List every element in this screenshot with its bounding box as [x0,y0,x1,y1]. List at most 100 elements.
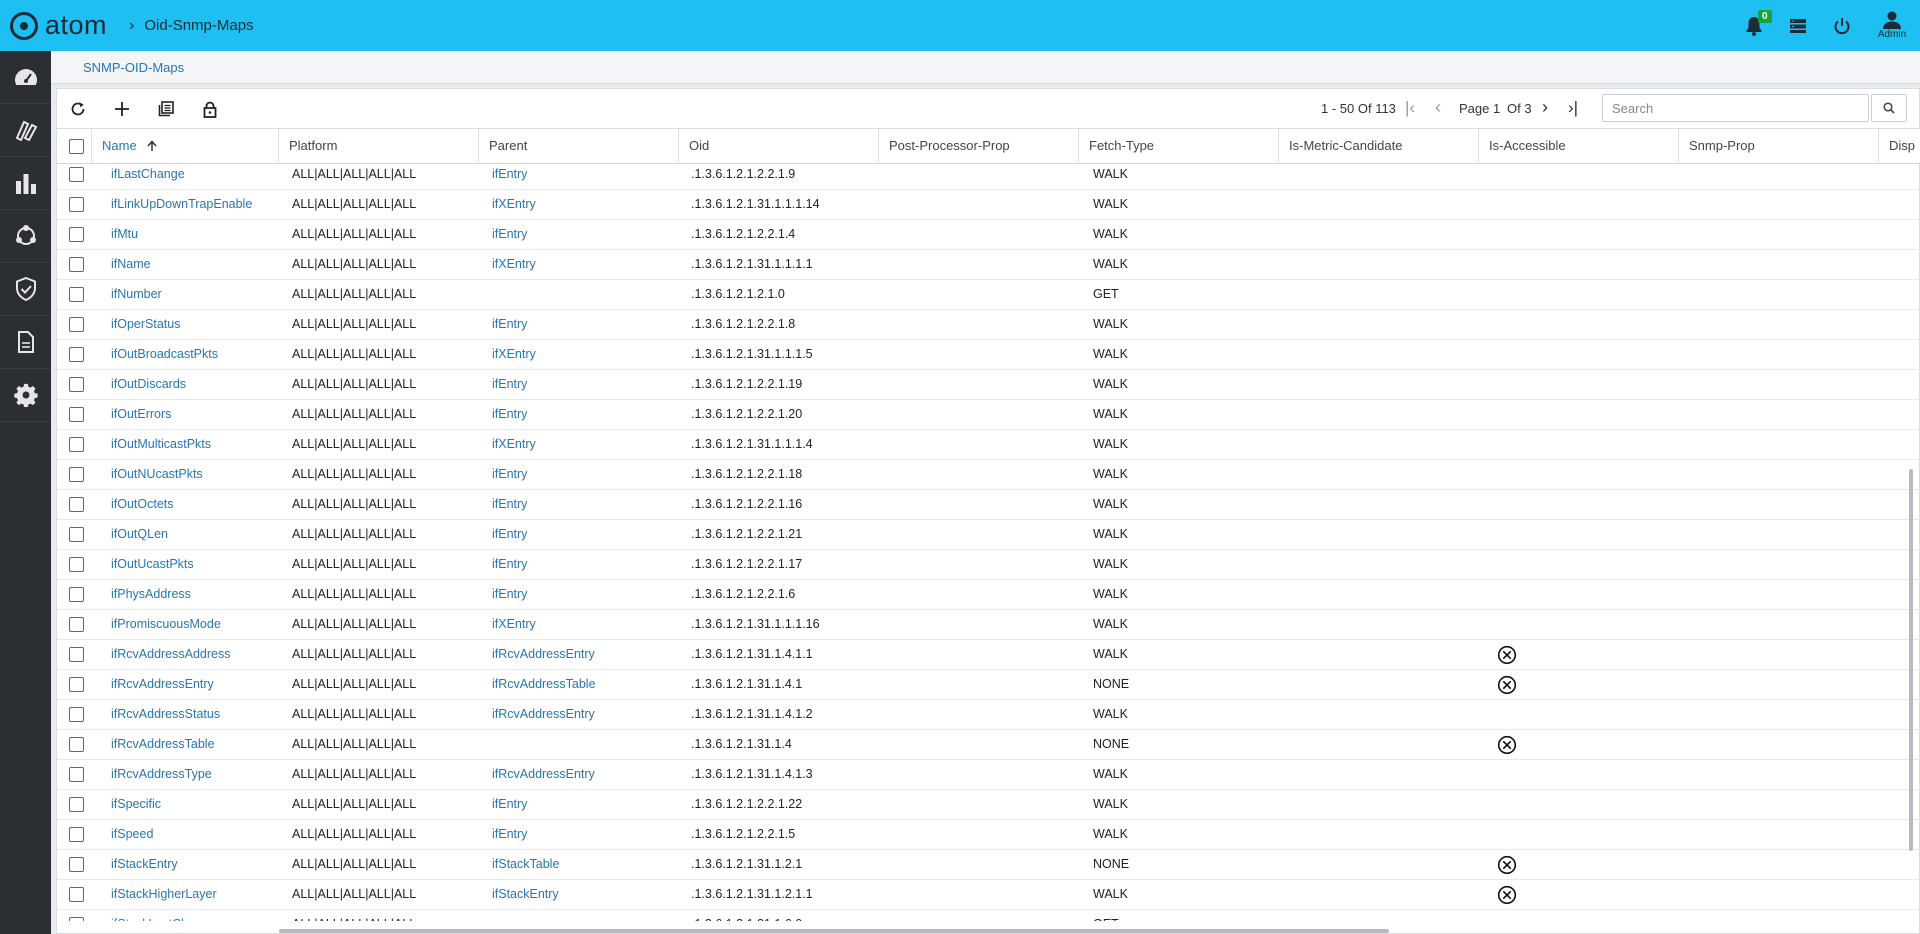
cell-parent[interactable]: ifEntry [492,790,527,819]
cell-parent[interactable]: ifStackEntry [492,880,559,909]
table-row[interactable]: ifName ALL|ALL|ALL|ALL|ALL ifXEntry .1.3.6.… [57,250,1920,280]
cell-name[interactable]: ifRcvAddressStatus [111,700,220,729]
horizontal-scrollbar[interactable] [279,929,1389,933]
table-row[interactable]: ifRcvAddressAddress ALL|ALL|ALL|ALL|ALL if… [57,640,1920,670]
cell-name[interactable]: ifOutNUcastPkts [111,460,203,489]
last-page-button[interactable]: ›| [1568,98,1578,118]
table-row[interactable]: ifOutErrors ALL|ALL|ALL|ALL|ALL ifEntry .1.… [57,400,1920,430]
cell-name[interactable]: ifOutDiscards [111,370,186,399]
cell-parent[interactable]: ifEntry [492,820,527,849]
cell-name[interactable]: ifOutMulticastPkts [111,430,211,459]
refresh-button[interactable] [65,96,91,122]
column-header-display[interactable]: Disp [1879,129,1920,163]
first-page-button[interactable]: |‹ [1405,98,1415,118]
search-input[interactable] [1602,94,1869,122]
cell-parent[interactable]: ifEntry [492,490,527,519]
next-page-button[interactable]: › [1542,97,1548,118]
vertical-scrollbar[interactable] [1909,469,1913,851]
atom-logo[interactable]: atom [10,10,107,41]
row-checkbox[interactable] [69,407,84,422]
row-checkbox[interactable] [69,317,84,332]
table-row[interactable]: ifStackEntry ALL|ALL|ALL|ALL|ALL ifStackTa… [57,850,1920,880]
cell-parent[interactable]: ifStackTable [492,850,559,879]
cell-parent[interactable]: ifRcvAddressEntry [492,760,595,789]
cell-name[interactable]: ifLinkUpDownTrapEnable [111,190,252,219]
row-checkbox[interactable] [69,437,84,452]
cell-parent[interactable]: ifEntry [492,370,527,399]
cell-parent[interactable]: ifRcvAddressEntry [492,640,595,669]
row-checkbox[interactable] [69,767,84,782]
nav-compliance[interactable] [0,263,51,316]
nav-dashboard[interactable] [0,51,51,104]
lock-button[interactable] [197,96,223,122]
table-row[interactable]: ifSpecific ALL|ALL|ALL|ALL|ALL ifEntry .1.3… [57,790,1920,820]
table-row[interactable]: ifOutBroadcastPkts ALL|ALL|ALL|ALL|ALL ifX… [57,340,1920,370]
cell-parent[interactable]: ifRcvAddressEntry [492,700,595,729]
cell-name[interactable]: ifOutQLen [111,520,168,549]
table-row[interactable]: ifRcvAddressStatus ALL|ALL|ALL|ALL|ALL ifR… [57,700,1920,730]
cell-name[interactable]: ifNumber [111,280,162,309]
cell-name[interactable]: ifOperStatus [111,310,180,339]
table-row[interactable]: ifPromiscuousMode ALL|ALL|ALL|ALL|ALL ifXE… [57,610,1920,640]
table-row[interactable]: ifOperStatus ALL|ALL|ALL|ALL|ALL ifEntry .1… [57,310,1920,340]
table-row[interactable]: ifPhysAddress ALL|ALL|ALL|ALL|ALL ifEntry.… [57,580,1920,610]
nav-analytics[interactable] [0,157,51,210]
column-header-oid[interactable]: Oid [679,129,879,163]
cell-name[interactable]: ifStackHigherLayer [111,880,217,909]
bulk-action-button[interactable] [153,96,179,122]
cell-name[interactable]: ifSpecific [111,790,161,819]
column-header-is-metric-candidate[interactable]: Is-Metric-Candidate [1279,129,1479,163]
row-checkbox[interactable] [69,887,84,902]
cell-parent[interactable]: ifEntry [492,550,527,579]
column-header-name[interactable]: Name [92,129,279,163]
cell-name[interactable]: ifOutErrors [111,400,171,429]
cell-name[interactable]: ifRcvAddressTable [111,730,215,759]
cell-name[interactable]: ifOutBroadcastPkts [111,340,218,369]
cell-name[interactable]: ifRcvAddressEntry [111,670,214,699]
table-row[interactable]: ifNumber ALL|ALL|ALL|ALL|ALL .1.3.6.1.2.1.… [57,280,1920,310]
row-checkbox[interactable] [69,467,84,482]
row-checkbox[interactable] [69,287,84,302]
table-row[interactable]: ifRcvAddressTable ALL|ALL|ALL|ALL|ALL .1.3… [57,730,1920,760]
row-checkbox[interactable] [69,377,84,392]
table-row[interactable]: ifLinkUpDownTrapEnable ALL|ALL|ALL|ALL|AL… [57,190,1920,220]
row-checkbox[interactable] [69,497,84,512]
table-row[interactable]: ifStackLastChange ALL|ALL|ALL|ALL|ALL .1.3… [57,910,1920,921]
cell-parent[interactable]: ifEntry [492,400,527,429]
prev-page-button[interactable]: ‹ [1435,97,1441,118]
row-checkbox[interactable] [69,917,84,921]
add-button[interactable] [109,96,135,122]
row-checkbox[interactable] [69,857,84,872]
table-row[interactable]: ifOutQLen ALL|ALL|ALL|ALL|ALL ifEntry .1.3.… [57,520,1920,550]
nav-settings[interactable] [0,369,51,422]
cell-name[interactable]: ifMtu [111,220,138,249]
table-row[interactable]: ifStackHigherLayer ALL|ALL|ALL|ALL|ALL ifS… [57,880,1920,910]
cell-parent[interactable]: ifXEntry [492,610,536,639]
column-header-parent[interactable]: Parent [479,129,679,163]
cell-parent[interactable]: ifEntry [492,520,527,549]
cell-parent[interactable]: ifEntry [492,220,527,249]
table-row[interactable]: ifRcvAddressType ALL|ALL|ALL|ALL|ALL ifRcv… [57,760,1920,790]
nav-documents[interactable] [0,316,51,369]
cell-parent[interactable]: ifEntry [492,460,527,489]
cell-name[interactable]: ifOutUcastPkts [111,550,194,579]
cell-name[interactable]: ifRcvAddressAddress [111,640,231,669]
row-checkbox[interactable] [69,227,84,242]
cell-parent[interactable]: ifEntry [492,580,527,609]
table-row[interactable]: ifOutDiscards ALL|ALL|ALL|ALL|ALL ifEntry.… [57,370,1920,400]
nav-topology[interactable] [0,210,51,263]
row-checkbox[interactable] [69,737,84,752]
row-checkbox[interactable] [69,347,84,362]
cell-name[interactable]: ifPhysAddress [111,580,191,609]
row-checkbox[interactable] [69,257,84,272]
power-button[interactable] [1820,0,1864,51]
cell-parent[interactable]: ifXEntry [492,340,536,369]
row-checkbox[interactable] [69,827,84,842]
cell-parent[interactable]: ifRcvAddressTable [492,670,596,699]
table-row[interactable]: ifLastChange ALL|ALL|ALL|ALL|ALL ifEntry .1… [57,164,1920,190]
row-checkbox[interactable] [69,797,84,812]
column-header-fetch-type[interactable]: Fetch-Type [1079,129,1279,163]
notifications-button[interactable]: 0 [1732,0,1776,51]
table-row[interactable]: ifRcvAddressEntry ALL|ALL|ALL|ALL|ALL ifRc… [57,670,1920,700]
cell-name[interactable]: ifName [111,250,151,279]
